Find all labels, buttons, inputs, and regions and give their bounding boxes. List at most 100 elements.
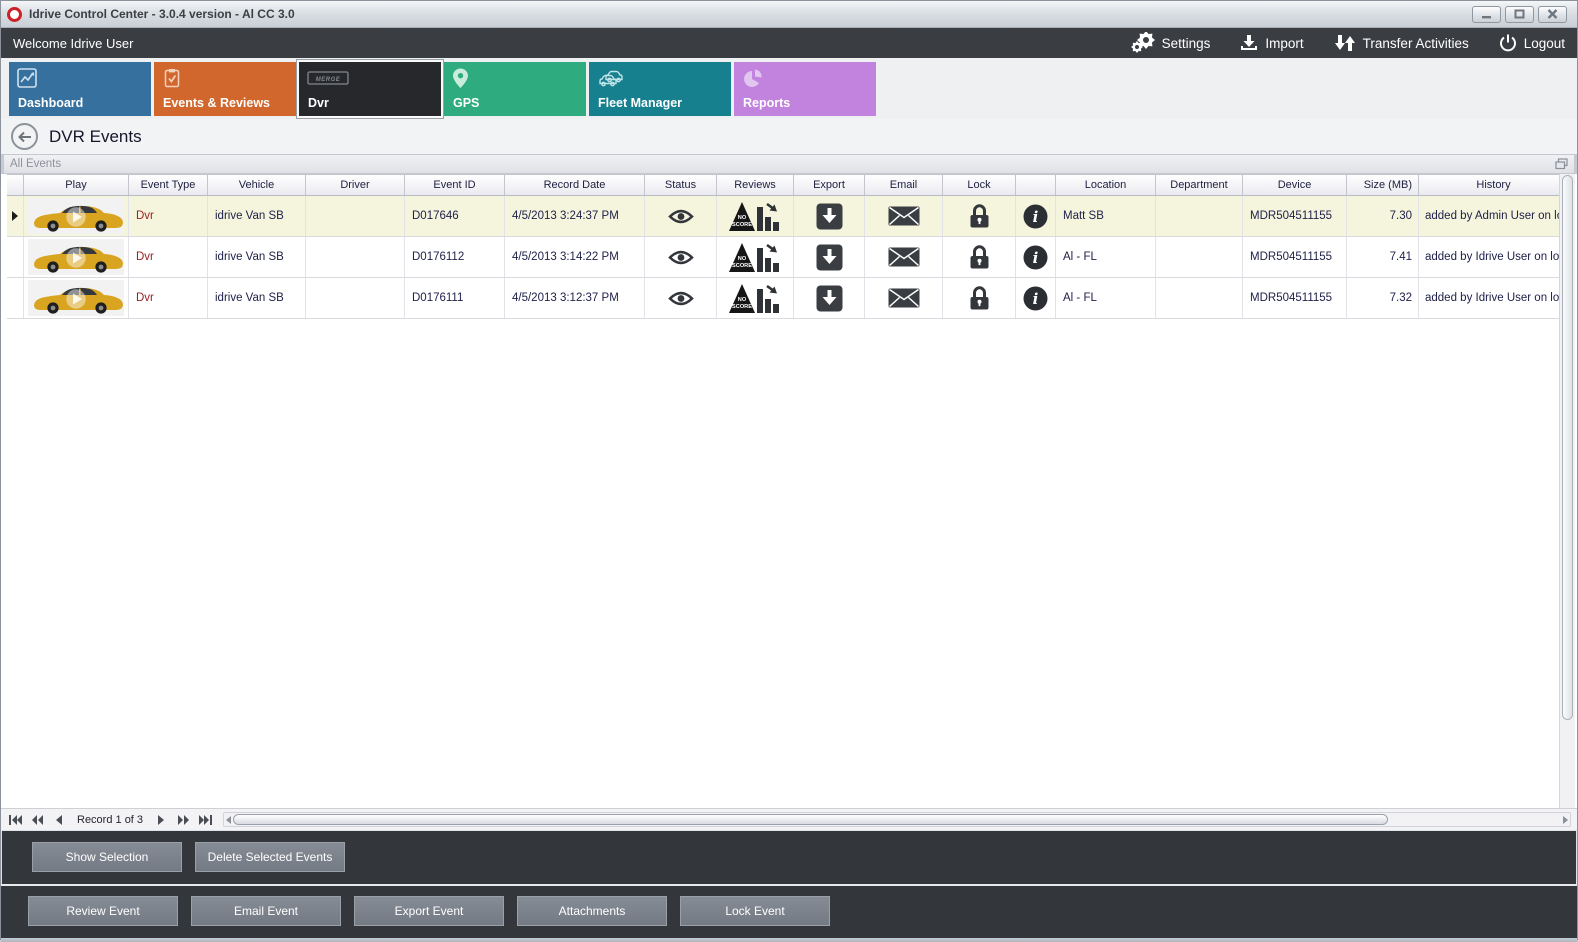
email-cell[interactable] [865,237,943,277]
tab-fleet-manager[interactable]: Fleet Manager [589,62,731,116]
column-header-device[interactable]: Device [1243,175,1347,195]
float-panel-icon[interactable] [1555,158,1568,170]
info-cell[interactable]: i [1016,196,1056,236]
tab-label: Dashboard [18,96,83,110]
reviews-cell[interactable]: NO SCORE [717,278,794,318]
first-record-button[interactable] [7,812,23,828]
last-record-button[interactable] [197,812,213,828]
column-header-event-type[interactable]: Event Type [129,175,208,195]
app-logo-icon [7,7,22,22]
export-event-button[interactable]: Export Event [354,896,504,926]
tab-events-reviews[interactable]: Events & Reviews [154,62,296,116]
table-row[interactable]: Dvr idrive Van SB D0176111 4/5/2013 3:12… [7,278,1563,319]
grid-header-row: Play Event Type Vehicle Driver Event ID … [7,174,1563,196]
maximize-button[interactable] [1505,6,1534,23]
row-selector-cell [7,237,24,277]
play-cell[interactable] [24,278,129,318]
column-header-status[interactable]: Status [645,175,717,195]
delete-selected-events-button[interactable]: Delete Selected Events [195,842,345,872]
previous-page-button[interactable] [29,812,45,828]
column-header-size-mb[interactable]: Size (MB) [1347,175,1419,195]
email-event-button[interactable]: Email Event [191,896,341,926]
logout-label: Logout [1524,36,1565,51]
reviews-cell[interactable]: NO SCORE [717,237,794,277]
play-cell[interactable] [24,196,129,236]
horizontal-scrollbar-thumb[interactable] [233,814,1388,825]
column-header-department[interactable]: Department [1156,175,1243,195]
lock-cell[interactable] [943,278,1016,318]
selection-actions-panel: Show Selection Delete Selected Events [1,830,1577,884]
svg-text:SCORE: SCORE [732,304,752,310]
horizontal-scrollbar[interactable] [223,812,1571,827]
export-cell[interactable] [794,196,865,236]
scroll-left-arrow-icon[interactable] [226,816,231,824]
column-header-location[interactable]: Location [1056,175,1156,195]
column-header-vehicle[interactable]: Vehicle [208,175,306,195]
transfer-activities-button[interactable]: Transfer Activities [1334,34,1469,52]
window-bottom-border [1,938,1577,942]
back-button[interactable] [11,123,38,150]
lock-cell[interactable] [943,196,1016,236]
column-header-export[interactable]: Export [794,175,865,195]
table-row[interactable]: Dvr idrive Van SB D017646 4/5/2013 3:24:… [7,196,1563,237]
vertical-scrollbar[interactable] [1559,174,1575,808]
status-cell[interactable] [645,237,717,277]
column-header-play[interactable]: Play [24,175,129,195]
export-cell[interactable] [794,237,865,277]
status-cell[interactable] [645,278,717,318]
column-header-email[interactable]: Email [865,175,943,195]
export-cell[interactable] [794,278,865,318]
column-header-lock[interactable]: Lock [943,175,1016,195]
info-cell[interactable]: i [1016,278,1056,318]
column-header-record-date[interactable]: Record Date [505,175,645,195]
department [1156,196,1243,236]
review-event-button[interactable]: Review Event [28,896,178,926]
row-selector-cell [7,278,24,318]
column-header-driver[interactable]: Driver [306,175,405,195]
previous-record-button[interactable] [51,812,67,828]
tab-gps[interactable]: GPS [444,62,586,116]
scroll-right-arrow-icon[interactable] [1563,816,1568,824]
record-date: 4/5/2013 3:24:37 PM [505,196,645,236]
column-header-reviews[interactable]: Reviews [717,175,794,195]
tab-dashboard[interactable]: Dashboard [9,62,151,116]
top-actions: Settings Import [1101,32,1565,54]
lock-cell[interactable] [943,237,1016,277]
column-header-info[interactable] [1016,175,1056,195]
department [1156,237,1243,277]
logout-button[interactable]: Logout [1499,34,1565,52]
padlock-icon [969,204,990,229]
status-cell[interactable] [645,196,717,236]
info-cell[interactable]: i [1016,237,1056,277]
svg-text:SCORE: SCORE [732,263,752,269]
driver [306,237,405,277]
car-play-thumbnail-icon [28,280,124,316]
table-row[interactable]: Dvr idrive Van SB D0176112 4/5/2013 3:14… [7,237,1563,278]
attachments-button[interactable]: Attachments [517,896,667,926]
next-record-button[interactable] [153,812,169,828]
lock-event-button[interactable]: Lock Event [680,896,830,926]
reviews-cell[interactable]: NO SCORE [717,196,794,236]
size-mb: 7.32 [1347,278,1419,318]
driver [306,278,405,318]
event-type: Dvr [136,251,154,263]
padlock-icon [969,245,990,270]
svg-text:NO: NO [738,215,747,221]
show-selection-button[interactable]: Show Selection [32,842,182,872]
vehicle: idrive Van SB [208,278,306,318]
vertical-scrollbar-thumb[interactable] [1562,175,1573,720]
column-header-event-id[interactable]: Event ID [405,175,505,195]
eye-icon [668,209,694,224]
column-header-history[interactable]: History [1419,175,1563,195]
next-page-button[interactable] [175,812,191,828]
tab-reports[interactable]: Reports [734,62,876,116]
email-cell[interactable] [865,196,943,236]
settings-button[interactable]: Settings [1131,32,1211,54]
tab-dvr[interactable]: MERGE Dvr [299,62,441,116]
minimize-button[interactable] [1472,6,1501,23]
close-button[interactable] [1538,6,1567,23]
line-chart-icon [17,68,37,88]
import-button[interactable]: Import [1240,34,1303,52]
play-cell[interactable] [24,237,129,277]
email-cell[interactable] [865,278,943,318]
